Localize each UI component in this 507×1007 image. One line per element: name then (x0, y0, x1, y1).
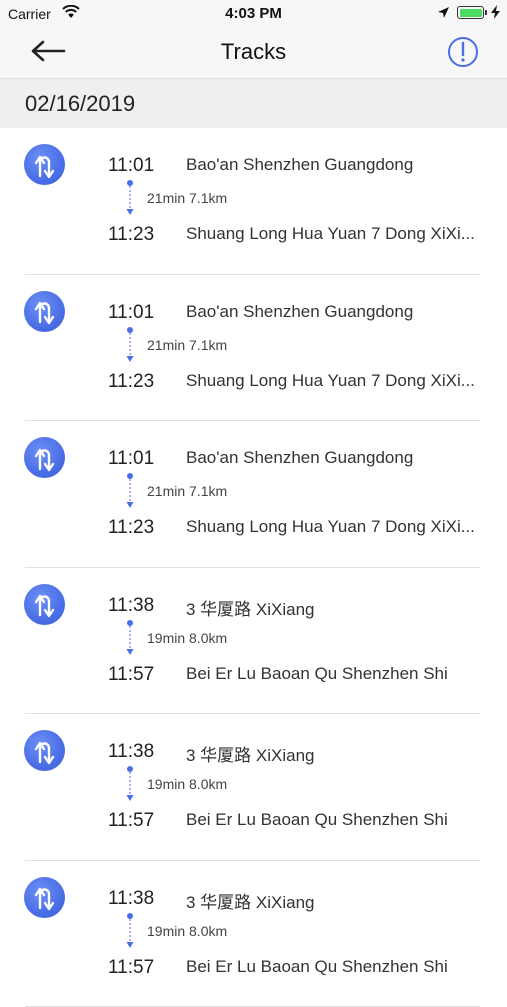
end-time: 11:23 (108, 224, 154, 246)
route-connector-icon (126, 913, 134, 949)
route-connector-icon (126, 766, 134, 802)
track-row[interactable]: 11:01 Bao'an Shenzhen Guangdong 21min 7.1k… (0, 421, 507, 568)
route-icon (24, 730, 65, 771)
start-location: Bao'an Shenzhen Guangdong (186, 155, 481, 175)
start-location: 3 华厦路 XiXiang (186, 595, 481, 620)
end-time: 11:57 (108, 957, 154, 979)
status-bar: Carrier 4:03 PM (0, 0, 507, 28)
end-location: Bei Er Lu Baoan Qu Shenzhen Shi (186, 957, 481, 977)
start-time: 11:01 (108, 302, 154, 324)
start-location: 3 华厦路 XiXiang (186, 888, 481, 913)
trip-summary: 21min 7.1km (147, 337, 227, 353)
route-connector-icon (126, 620, 134, 656)
end-time: 11:23 (108, 517, 154, 539)
route-connector-icon (126, 473, 134, 509)
trip-summary: 19min 8.0km (147, 923, 227, 939)
page-title: Tracks (0, 39, 507, 65)
start-time: 11:38 (108, 888, 154, 910)
route-icon (24, 144, 65, 185)
end-time: 11:23 (108, 371, 154, 393)
trip-summary: 21min 7.1km (147, 483, 227, 499)
end-location: Bei Er Lu Baoan Qu Shenzhen Shi (186, 664, 481, 684)
end-time: 11:57 (108, 664, 154, 686)
start-time: 11:38 (108, 595, 154, 617)
track-row[interactable]: 11:01 Bao'an Shenzhen Guangdong 21min 7.1k… (0, 275, 507, 422)
trip-summary: 19min 8.0km (147, 776, 227, 792)
end-time: 11:57 (108, 810, 154, 832)
navigation-bar: Tracks (0, 28, 507, 79)
start-location: Bao'an Shenzhen Guangdong (186, 302, 481, 322)
track-row[interactable]: 11:38 3 华厦路 XiXiang 19min 8.0km 11:57 Bei Er… (0, 861, 507, 1007)
date-label: 02/16/2019 (25, 91, 135, 117)
route-icon (24, 437, 65, 478)
info-circle-icon (447, 36, 479, 73)
location-arrow-icon (437, 6, 450, 24)
start-time: 11:01 (108, 448, 154, 470)
route-icon (24, 877, 65, 918)
route-connector-icon (126, 327, 134, 363)
track-row[interactable]: 11:38 3 华厦路 XiXiang 19min 8.0km 11:57 Bei Er… (0, 714, 507, 861)
start-location: 3 华厦路 XiXiang (186, 741, 481, 766)
status-time: 4:03 PM (0, 5, 507, 22)
date-section-header: 02/16/2019 (0, 79, 507, 128)
end-location: Shuang Long Hua Yuan 7 Dong XiXi... (186, 371, 481, 391)
charging-bolt-icon (491, 5, 500, 24)
end-location: Shuang Long Hua Yuan 7 Dong XiXi... (186, 224, 481, 244)
route-icon (24, 584, 65, 625)
track-list: 11:01 Bao'an Shenzhen Guangdong 21min 7.1k… (0, 128, 507, 1007)
start-location: Bao'an Shenzhen Guangdong (186, 448, 481, 468)
end-location: Shuang Long Hua Yuan 7 Dong XiXi... (186, 517, 481, 537)
battery-cap (485, 10, 487, 15)
route-connector-icon (126, 180, 134, 216)
battery-icon (457, 6, 484, 19)
end-location: Bei Er Lu Baoan Qu Shenzhen Shi (186, 810, 481, 830)
trip-summary: 21min 7.1km (147, 190, 227, 206)
start-time: 11:38 (108, 741, 154, 763)
info-button[interactable] (446, 37, 480, 71)
trip-summary: 19min 8.0km (147, 630, 227, 646)
route-icon (24, 291, 65, 332)
track-row[interactable]: 11:01 Bao'an Shenzhen Guangdong 21min 7.1k… (0, 128, 507, 275)
start-time: 11:01 (108, 155, 154, 177)
track-row[interactable]: 11:38 3 华厦路 XiXiang 19min 8.0km 11:57 Bei Er… (0, 568, 507, 715)
